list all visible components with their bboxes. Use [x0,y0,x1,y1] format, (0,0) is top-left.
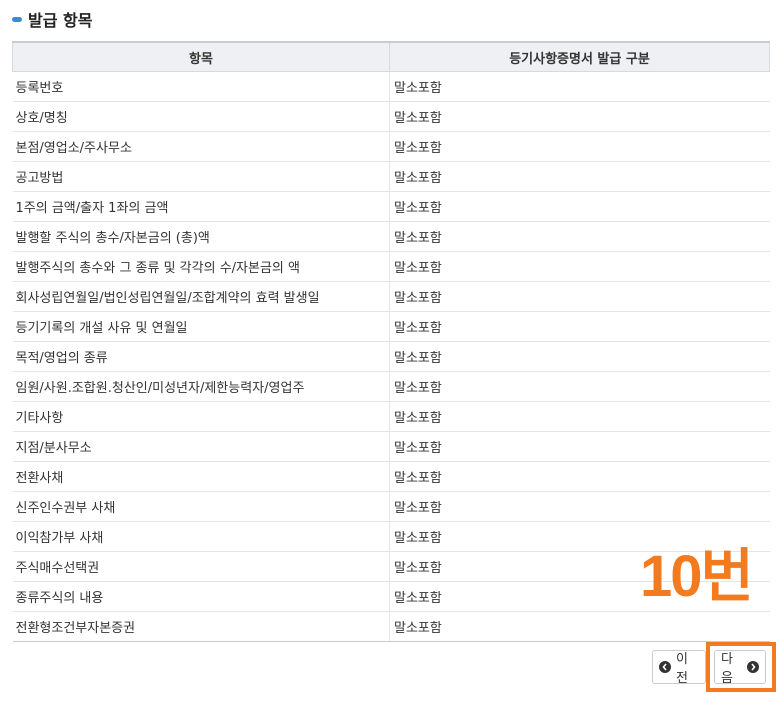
item-name-cell: 발행주식의 총수와 그 종류 및 각각의 수/자본금의 액 [12,251,390,282]
table-row: 전환형조건부자본증권 말소포함 [12,611,770,642]
table-row: 목적/영업의 종류 말소포함 [12,341,770,372]
issuance-type-cell: 말소포함 [389,311,770,342]
prev-button[interactable]: 이전 [652,650,706,686]
issuance-type-cell: 말소포함 [389,461,770,492]
table-row: 발행할 주식의 총수/자본금의 (총)액 말소포함 [12,221,770,252]
issuance-type-cell: 말소포함 [389,71,770,102]
table-row: 기타사항 말소포함 [12,401,770,432]
item-name-cell: 발행할 주식의 총수/자본금의 (총)액 [12,221,390,252]
issuance-type-cell: 말소포함 [389,251,770,282]
table-row: 회사성립연월일/법인성립연월일/조합계약의 효력 발생일 말소포함 [12,281,770,312]
item-name-cell: 종류주식의 내용 [12,581,390,612]
issuance-type-cell: 말소포함 [389,161,770,192]
header-item: 항목 [12,41,390,72]
table-row: 상호/명칭 말소포함 [12,101,770,132]
issuance-type-cell: 말소포함 [389,341,770,372]
prev-button-label: 이전 [676,652,688,686]
item-name-cell: 신주인수권부 사채 [12,491,390,522]
item-name-cell: 목적/영업의 종류 [12,341,390,372]
item-name-cell: 등기기록의 개설 사유 및 연월일 [12,311,390,342]
item-name-cell: 본점/영업소/주사무소 [12,131,390,162]
issuance-type-cell: 말소포함 [389,431,770,462]
item-name-cell: 이익참가부 사채 [12,521,390,552]
table-row: 공고방법 말소포함 [12,161,770,192]
table-row: 임원/사원.조합원.청산인/미성년자/제한능력자/영업주 말소포함 [12,371,770,402]
table-row: 등기기록의 개설 사유 및 연월일 말소포함 [12,311,770,342]
item-name-cell: 상호/명칭 [12,101,390,132]
issuance-type-cell: 말소포함 [389,491,770,522]
issuance-type-cell: 말소포함 [389,101,770,132]
section-title-text: 발급 항목 [28,11,93,30]
table-row: 등록번호 말소포함 [12,71,770,102]
issuance-type-cell: 말소포함 [389,191,770,222]
issuance-type-cell: 말소포함 [389,371,770,402]
item-name-cell: 기타사항 [12,401,390,432]
issuance-type-cell: 말소포함 [389,221,770,252]
next-button[interactable]: 다음 [714,650,766,686]
item-name-cell: 회사성립연월일/법인성립연월일/조합계약의 효력 발생일 [12,281,390,312]
item-name-cell: 전환사채 [12,461,390,492]
item-name-cell: 주식매수선택권 [12,551,390,582]
circle-chevron-right-icon [747,661,759,673]
issuance-type-cell: 말소포함 [389,131,770,162]
table-row: 전환사채 말소포함 [12,461,770,492]
item-name-cell: 등록번호 [12,71,390,102]
table-row: 신주인수권부 사채 말소포함 [12,491,770,522]
circle-chevron-left-icon [659,661,671,673]
issuance-type-cell: 말소포함 [389,281,770,312]
item-name-cell: 공고방법 [12,161,390,192]
table-header-row: 항목 등기사항증명서 발급 구분 [12,41,770,72]
item-name-cell: 지점/분사무소 [12,431,390,462]
annotation-step-label: 10번 [640,544,754,609]
issuance-type-cell: 말소포함 [389,401,770,432]
table-row: 1주의 금액/출자 1좌의 금액 말소포함 [12,191,770,222]
item-name-cell: 임원/사원.조합원.청산인/미성년자/제한능력자/영업주 [12,371,390,402]
next-button-label: 다음 [721,652,733,686]
header-issuance-type: 등기사항증명서 발급 구분 [389,41,770,72]
table-row: 지점/분사무소 말소포함 [12,431,770,462]
issuance-type-cell: 말소포함 [389,611,770,642]
item-name-cell: 1주의 금액/출자 1좌의 금액 [12,191,390,222]
section-title: 발급 항목 [12,6,92,32]
title-bullet-icon [12,16,22,22]
table-row: 발행주식의 총수와 그 종류 및 각각의 수/자본금의 액 말소포함 [12,251,770,282]
table-row: 본점/영업소/주사무소 말소포함 [12,131,770,162]
item-name-cell: 전환형조건부자본증권 [12,611,390,642]
